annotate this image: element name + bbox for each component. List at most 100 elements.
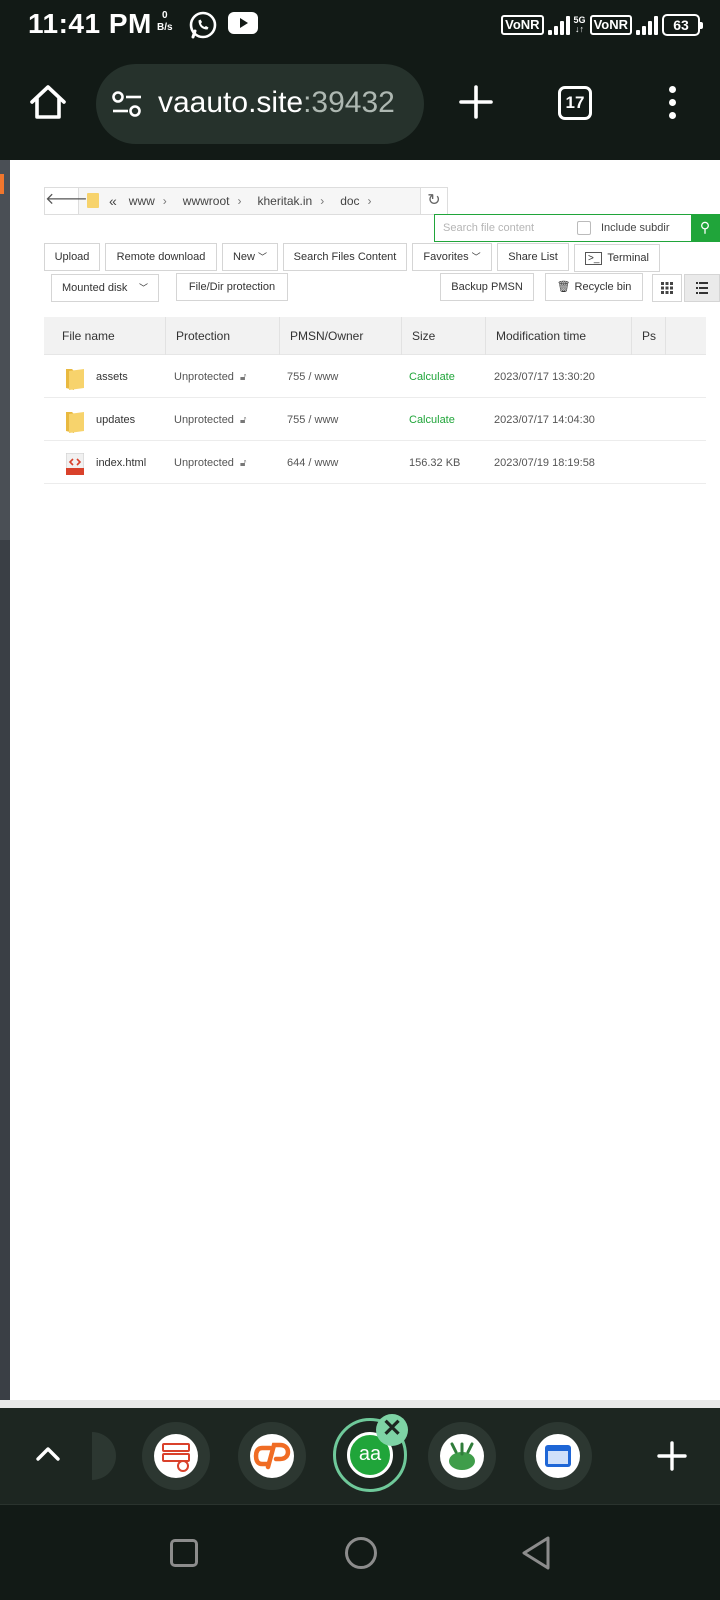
more-icon[interactable] <box>666 86 678 122</box>
recycle-bin-label: Recycle bin <box>574 281 632 293</box>
list-view-glyph <box>696 282 708 294</box>
network-gen: 5G ↓↑ <box>574 16 586 34</box>
add-tab-icon[interactable] <box>656 1440 688 1472</box>
recents-icon[interactable] <box>170 1539 198 1567</box>
breadcrumb-items: « www › wwwroot › kheritak.in › doc › <box>109 188 388 214</box>
system-nav-bar <box>0 1504 720 1600</box>
col-protection[interactable]: Protection <box>166 317 280 355</box>
search-icon[interactable]: ⚲ <box>691 214 719 242</box>
col-size[interactable]: Size <box>402 317 486 355</box>
new-button[interactable]: New ﹀ <box>222 243 278 271</box>
home-icon[interactable] <box>28 82 68 122</box>
unlock-icon: 🔓︎ <box>239 372 247 383</box>
protection-status[interactable]: Unprotected 🔓︎ <box>174 442 246 484</box>
include-subdir-checkbox[interactable] <box>577 221 591 235</box>
breadcrumb-separator: › <box>320 194 325 208</box>
terminal-icon: >_ <box>585 252 603 265</box>
site-settings-icon[interactable] <box>112 90 142 118</box>
data-arrows-icon: ↓↑ <box>575 24 585 34</box>
refresh-icon[interactable]: ↻ <box>420 187 448 215</box>
search-files-content-button[interactable]: Search Files Content <box>283 243 407 271</box>
new-tab-icon[interactable] <box>458 84 494 120</box>
mounted-disk-select[interactable]: Mounted disk ﹀ <box>51 274 159 302</box>
url-text[interactable]: vaauto.site:39432 <box>158 86 408 120</box>
breadcrumb-separator: › <box>162 194 167 208</box>
chevron-down-icon: ﹀ <box>138 283 148 293</box>
back-nav-icon[interactable] <box>520 1535 552 1571</box>
recycle-bin-button[interactable]: 🗑 Recycle bin <box>545 273 643 301</box>
vonr-badge: VoNR <box>501 15 544 35</box>
browser-toolbar: vaauto.site:39432 17 <box>0 50 720 160</box>
unlock-icon: 🔓︎ <box>239 458 247 469</box>
pmsn-owner[interactable]: 755 / www <box>287 356 338 398</box>
tab-thumbnail-cpanel[interactable] <box>238 1422 306 1490</box>
protection-status[interactable]: Unprotected 🔓︎ <box>174 356 246 398</box>
back-arrow-icon[interactable]: 🡐 <box>45 188 88 214</box>
file-name[interactable]: assets <box>96 356 128 398</box>
file-name[interactable]: updates <box>96 399 135 441</box>
file-table-header: File name Protection PMSN/Owner Size Mod… <box>44 317 706 355</box>
modification-time: 2023/07/19 18:19:58 <box>494 457 595 469</box>
size-calculate-link[interactable]: Calculate <box>409 356 455 398</box>
address-bar[interactable]: vaauto.site:39432 <box>96 64 424 144</box>
tab-thumbnail-server[interactable] <box>142 1422 210 1490</box>
pmsn-owner[interactable]: 755 / www <box>287 399 338 441</box>
remote-download-button[interactable]: Remote download <box>105 243 217 271</box>
protection-status[interactable]: Unprotected 🔓︎ <box>174 399 246 441</box>
close-icon[interactable]: ✕ <box>376 1414 408 1446</box>
net-speed-value: 0 <box>162 10 168 21</box>
breadcrumb: 🡐 « www › wwwroot › kheritak.in › doc › <box>44 187 442 215</box>
cpanel-icon <box>250 1434 294 1478</box>
pmsn-owner[interactable]: 644 / www <box>287 442 338 484</box>
favorites-button[interactable]: Favorites ﹀ <box>412 243 492 271</box>
breadcrumb-collapse-icon[interactable]: « <box>109 193 117 209</box>
share-list-button[interactable]: Share List <box>497 243 569 271</box>
trash-icon: 🗑 <box>556 281 571 293</box>
modification-time: 2023/07/17 14:04:30 <box>494 414 595 426</box>
tab-thumbnail-plant[interactable] <box>428 1422 496 1490</box>
chevron-up-icon[interactable] <box>34 1440 62 1468</box>
tab-count-button[interactable]: 17 <box>558 86 592 120</box>
upload-button[interactable]: Upload <box>44 243 100 271</box>
new-button-label: New <box>232 251 255 263</box>
file-dir-protection-button[interactable]: File/Dir protection <box>176 273 288 301</box>
page-bottom-border <box>0 1400 720 1408</box>
breadcrumb-domain[interactable]: kheritak.in <box>257 194 312 208</box>
server-icon <box>154 1434 198 1478</box>
col-modification-time[interactable]: Modification time <box>486 317 632 355</box>
url-port: :39432 <box>303 86 395 119</box>
net-speed: 0 B/s <box>157 10 173 34</box>
vonr-badge-2: VoNR <box>589 15 632 35</box>
grid-view-glyph <box>661 282 673 294</box>
grid-view-icon[interactable] <box>652 274 682 302</box>
modification-time: 2023/07/17 13:30:20 <box>494 371 595 383</box>
size-calculate-link[interactable]: Calculate <box>409 399 455 441</box>
breadcrumb-wwwroot[interactable]: wwwroot <box>183 194 230 208</box>
breadcrumb-www[interactable]: www <box>129 194 155 208</box>
table-row[interactable]: index.html Unprotected 🔓︎ 644 / www 156.3… <box>44 442 706 484</box>
file-name[interactable]: index.html <box>96 442 146 484</box>
tab-thumbnail-partial[interactable] <box>92 1432 116 1480</box>
home-nav-icon[interactable] <box>345 1537 377 1569</box>
table-row[interactable]: assets Unprotected 🔓︎ 755 / www Calculate… <box>44 356 706 398</box>
web-page: 🡐 « www › wwwroot › kheritak.in › doc › … <box>0 160 720 1408</box>
search-input[interactable] <box>435 215 575 241</box>
protection-label: Unprotected <box>174 457 234 469</box>
col-pmsn-owner[interactable]: PMSN/Owner <box>280 317 402 355</box>
tab-thumbnail-window[interactable] <box>524 1422 592 1490</box>
protection-label: Unprotected <box>174 371 234 383</box>
terminal-button[interactable]: >_ Terminal <box>574 244 660 272</box>
table-row[interactable]: updates Unprotected 🔓︎ 755 / www Calculat… <box>44 399 706 441</box>
html-file-icon <box>66 453 84 475</box>
breadcrumb-doc[interactable]: doc <box>340 194 359 208</box>
signal-icon <box>547 15 570 35</box>
backup-pmsn-button[interactable]: Backup PMSN <box>440 273 534 301</box>
tab-dock: aa ✕ <box>0 1408 720 1504</box>
content-search: Include subdir ⚲ <box>434 214 720 242</box>
col-file-name[interactable]: File name <box>44 317 166 355</box>
col-ps[interactable]: Ps <box>632 317 666 355</box>
breadcrumb-separator: › <box>237 194 242 208</box>
browser-window-icon <box>536 1434 580 1478</box>
sidebar-edge <box>0 160 10 1408</box>
list-view-icon[interactable] <box>684 274 720 302</box>
